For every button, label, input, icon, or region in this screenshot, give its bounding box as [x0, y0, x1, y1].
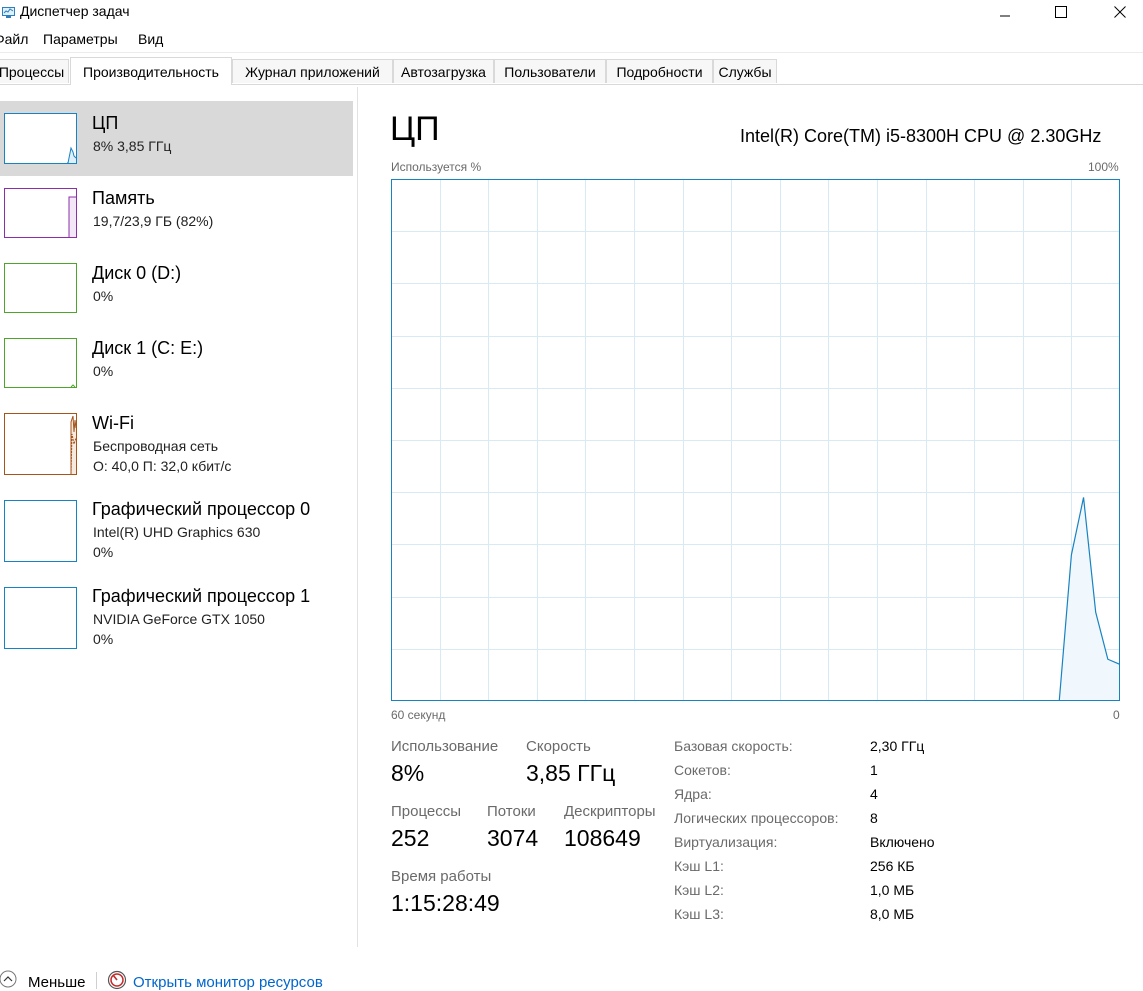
- maximize-button[interactable]: [1038, 0, 1084, 24]
- gpu-0-thumbnail-graph: [4, 500, 77, 562]
- sidebar-item-disk-0[interactable]: Диск 0 (D:) 0%: [0, 251, 353, 326]
- sidebar-item-throughput: О: 40,0 П: 32,0 кбит/с: [93, 458, 232, 474]
- gpu-1-thumbnail-graph: [4, 587, 77, 649]
- uptime-label: Время работы: [391, 868, 492, 885]
- footer-divider: [96, 972, 97, 989]
- tab-strip: Процессы Производительность Журнал прило…: [0, 57, 1143, 85]
- graph-grid: [391, 179, 1120, 701]
- cpu-usage-graph: [391, 179, 1120, 701]
- sidebar-item-memory[interactable]: Память 19,7/23,9 ГБ (82%): [0, 176, 353, 251]
- graph-y-max-label: 100%: [1088, 160, 1119, 174]
- sidebar-item-subtitle: Intel(R) UHD Graphics 630: [93, 524, 261, 540]
- processes-label: Процессы: [391, 803, 462, 820]
- chevron-up-icon[interactable]: [0, 968, 20, 988]
- page-title: ЦП: [390, 110, 440, 148]
- cpu-model-name: Intel(R) Core(TM) i5-8300H CPU @ 2.30GHz: [740, 126, 1102, 146]
- sidebar-item-subtitle: 19,7/23,9 ГБ (82%): [93, 213, 214, 229]
- spec-value: 8,0 МБ: [870, 906, 915, 922]
- tab-users[interactable]: Пользователи: [494, 59, 606, 83]
- sidebar-item-usage: 0%: [93, 631, 114, 647]
- spec-value: 2,30 ГГц: [870, 738, 925, 754]
- spec-label: Виртуализация:: [674, 834, 778, 850]
- sidebar-item-title: Диск 0 (D:): [92, 263, 182, 283]
- uptime-value: 1:15:28:49: [391, 890, 500, 916]
- tab-details[interactable]: Подробности: [606, 59, 713, 83]
- tab-services[interactable]: Службы: [713, 59, 777, 83]
- resource-monitor-icon: [107, 970, 127, 990]
- sidebar-item-title: Графический процессор 1: [92, 586, 311, 606]
- spec-value: 1,0 МБ: [870, 882, 915, 898]
- sidebar-item-gpu-1[interactable]: Графический процессор 1 NVIDIA GeForce G…: [0, 576, 353, 663]
- disk-1-thumbnail-graph: [4, 338, 77, 388]
- sidebar-item-subtitle: NVIDIA GeForce GTX 1050: [93, 611, 265, 627]
- handles-value: 108649: [564, 825, 641, 851]
- minimize-icon: [1000, 15, 1010, 17]
- sidebar-item-cpu[interactable]: ЦП 8% 3,85 ГГц: [0, 101, 353, 176]
- sidebar-item-title: ЦП: [92, 113, 119, 133]
- spec-label: Сокетов:: [674, 762, 731, 778]
- menu-file[interactable]: Файл: [0, 31, 28, 47]
- sidebar-item-wifi[interactable]: Wi-Fi Беспроводная сеть О: 40,0 П: 32,0 …: [0, 401, 353, 489]
- fewer-details-button[interactable]: Меньше: [28, 974, 85, 991]
- spec-value: 4: [870, 786, 878, 802]
- spec-label: Логических процессоров:: [674, 810, 839, 826]
- sidebar-item-usage: 0%: [93, 544, 114, 560]
- usage-label: Использование: [391, 738, 499, 755]
- graph-y-axis-label: Используется %: [391, 160, 482, 174]
- spec-value: Включено: [870, 834, 935, 850]
- sidebar-divider: [357, 87, 358, 947]
- sidebar-item-title: Графический процессор 0: [92, 499, 311, 519]
- handles-label: Дескрипторы: [564, 803, 656, 820]
- graph-x-min-label: 0: [1113, 708, 1120, 722]
- memory-thumbnail-graph: [4, 188, 77, 238]
- sidebar-item-title: Wi-Fi: [92, 413, 134, 433]
- graph-x-axis-label: 60 секунд: [391, 708, 446, 722]
- sidebar-item-disk-1[interactable]: Диск 1 (C: E:) 0%: [0, 326, 353, 401]
- footer-bar: Меньше Открыть монитор ресурсов: [0, 966, 1143, 991]
- maximize-icon: [1055, 6, 1067, 18]
- tab-app-history[interactable]: Журнал приложений: [232, 59, 393, 83]
- processes-value: 252: [391, 825, 430, 851]
- menu-divider: [0, 52, 1143, 53]
- spec-value: 256 КБ: [870, 858, 915, 874]
- wifi-thumbnail-graph: [4, 413, 77, 475]
- cpu-usage-line: [391, 497, 1120, 701]
- spec-label: Кэш L3:: [674, 906, 724, 922]
- window-title: Диспетчер задач: [20, 3, 130, 19]
- sidebar-item-subtitle: 0%: [93, 363, 114, 379]
- threads-value: 3074: [487, 825, 539, 851]
- spec-label: Кэш L1:: [674, 858, 724, 874]
- spec-value: 1: [870, 762, 878, 778]
- close-icon: [1114, 6, 1126, 18]
- speed-value: 3,85 ГГц: [526, 760, 616, 786]
- task-manager-icon: [2, 5, 15, 18]
- tab-startup[interactable]: Автозагрузка: [393, 59, 494, 83]
- open-resource-monitor-link[interactable]: Открыть монитор ресурсов: [133, 974, 323, 991]
- title-bar: Диспетчер задач: [0, 0, 1143, 24]
- spec-label: Базовая скорость:: [674, 738, 793, 754]
- tab-processes[interactable]: Процессы: [0, 59, 69, 83]
- spec-label: Ядра:: [674, 786, 712, 802]
- close-button[interactable]: [1097, 0, 1143, 24]
- usage-value: 8%: [391, 760, 425, 786]
- tab-performance[interactable]: Производительность: [70, 57, 232, 85]
- sidebar-item-title: Диск 1 (C: E:): [92, 338, 204, 358]
- menu-options[interactable]: Параметры: [43, 31, 118, 47]
- sidebar-item-gpu-0[interactable]: Графический процессор 0 Intel(R) UHD Gra…: [0, 489, 353, 576]
- threads-label: Потоки: [487, 803, 536, 820]
- sidebar-item-subtitle: Беспроводная сеть: [93, 438, 219, 454]
- spec-value: 8: [870, 810, 878, 826]
- sidebar-item-subtitle: 0%: [93, 288, 114, 304]
- speed-label: Скорость: [526, 738, 591, 755]
- menu-view[interactable]: Вид: [138, 31, 163, 47]
- minimize-button[interactable]: [982, 0, 1028, 24]
- cpu-usage-area: [391, 497, 1120, 701]
- disk-0-thumbnail-graph: [4, 263, 77, 313]
- sidebar-item-title: Память: [92, 188, 155, 208]
- cpu-thumbnail-graph: [4, 113, 77, 164]
- spec-label: Кэш L2:: [674, 882, 724, 898]
- graph-series: [391, 497, 1120, 701]
- sidebar-item-subtitle: 8% 3,85 ГГц: [93, 138, 172, 154]
